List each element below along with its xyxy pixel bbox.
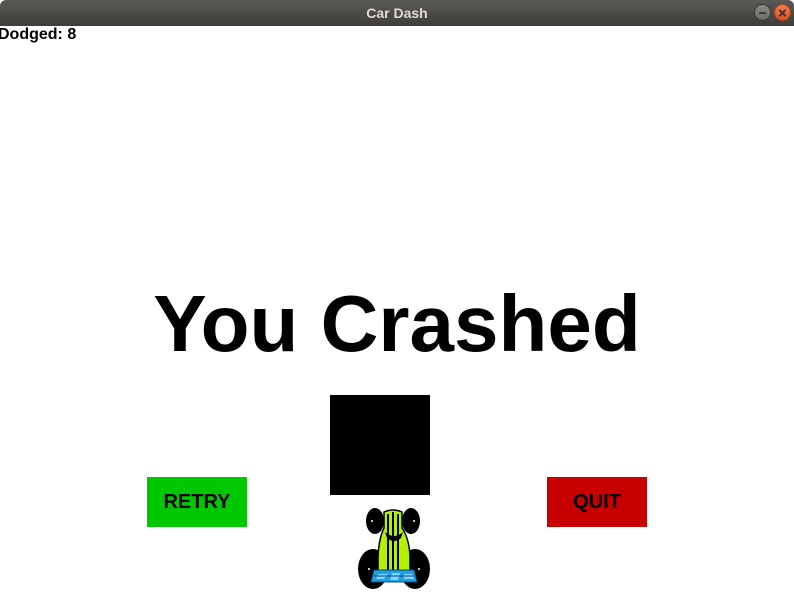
close-icon[interactable] — [774, 4, 791, 21]
retry-button[interactable]: RETRY — [147, 477, 247, 527]
window-title: Car Dash — [366, 5, 428, 21]
minimize-icon[interactable] — [754, 4, 771, 21]
crash-message: You Crashed — [153, 279, 641, 368]
player-car-icon — [358, 508, 430, 589]
obstacle-block — [330, 395, 430, 495]
quit-button[interactable]: QUIT — [547, 477, 647, 527]
car-wheel — [402, 508, 420, 534]
car-wheel — [366, 508, 384, 534]
dodged-counter: Dodged: 8 — [0, 26, 77, 43]
app-window: Car Dash Dodged: 8 You Crashed RETRY QUI… — [0, 0, 794, 611]
game-canvas: Dodged: 8 You Crashed RETRY QUIT — [0, 26, 794, 611]
title-bar[interactable]: Car Dash — [0, 0, 794, 26]
